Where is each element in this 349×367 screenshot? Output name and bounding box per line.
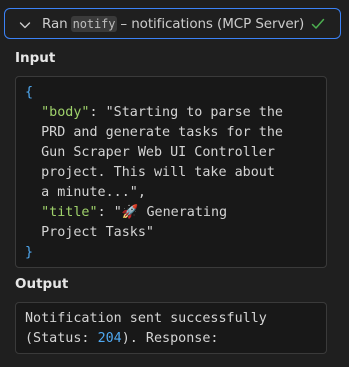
title-key: "title" [41,205,98,220]
chevron-down-icon[interactable] [18,18,32,32]
open-brace: { [25,85,34,100]
output-block: Notification sent successfully (Status: … [15,302,327,354]
status-code: 204 [97,331,122,346]
body-value-line-2: PRD and generate tasks for the [41,125,283,140]
body-value-line-4: project. This will take about [41,165,275,180]
input-code-block: { "body": "Starting to parse the PRD and… [15,76,327,268]
input-json: { "body": "Starting to parse the PRD and… [25,83,283,263]
output-line-1: Notification sent successfully [25,311,267,326]
ran-label: Ran [42,15,68,32]
output-section-label: Output [15,276,69,292]
body-key: "body" [41,105,90,120]
output-text: Notification sent successfully (Status: … [25,309,267,349]
check-icon [311,18,325,29]
tool-name-chip: notify [70,15,118,32]
output-line-2-prefix: (Status: [25,331,98,346]
title-value-line-1: "🚀 Generating [113,205,228,220]
server-label: – notifications (MCP Server) [120,15,305,32]
title-colon: : [97,205,114,220]
body-value-line-3: Gun Scraper Web UI Controller [41,145,275,160]
body-value-line-1: "Starting to parse the [105,105,283,120]
title-value-line-2: Project Tasks" [41,225,154,240]
body-colon: : [89,105,106,120]
close-brace: } [25,245,34,260]
output-line-2-suffix: ). Response: [121,331,219,346]
tool-call-header[interactable]: Ran notify – notifications (MCP Server) [4,8,341,39]
input-section-label: Input [15,50,56,66]
body-value-line-5: a minute...", [41,185,146,200]
tool-call-title: Ran notify – notifications (MCP Server) [42,9,304,38]
